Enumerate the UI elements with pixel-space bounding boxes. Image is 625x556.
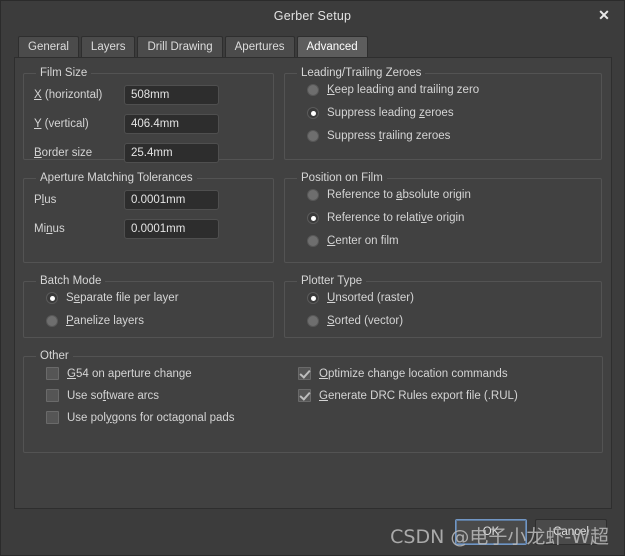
radio-unsorted-raster[interactable]: Unsorted (raster) (307, 292, 591, 304)
checkbox-indicator (298, 367, 311, 380)
position-on-film-legend: Position on Film (301, 172, 383, 184)
field-border-size: Border size (34, 142, 263, 163)
checkbox-label: G54 on aperture change (67, 367, 192, 380)
dialog-title: Gerber Setup (273, 8, 352, 23)
left-column: Film Size X (horizontal) Y (vertical) Bo… (23, 67, 274, 350)
other-right-column: Optimize change location commands Genera… (286, 367, 592, 424)
other-left-column: G54 on aperture change Use software arcs… (34, 367, 286, 424)
right-column: Leading/Trailing Zeroes Keep leading and… (284, 67, 602, 350)
radio-indicator (46, 292, 58, 304)
checkbox-label: Use polygons for octagonal pads (67, 411, 235, 424)
tab-bar: General Layers Drill Drawing Apertures A… (1, 30, 624, 57)
radio-indicator (46, 315, 58, 327)
radio-label: Reference to relative origin (327, 212, 465, 224)
radio-center-on-film[interactable]: Center on film (307, 235, 591, 247)
radio-separate-file-per-layer[interactable]: Separate file per layer (46, 292, 263, 304)
radio-suppress-leading-zeroes[interactable]: Suppress leading zeroes (307, 107, 591, 119)
film-size-legend: Film Size (40, 67, 88, 79)
field-minus: Minus (34, 218, 263, 239)
tab-layers[interactable]: Layers (80, 36, 136, 57)
radio-indicator (307, 189, 319, 201)
position-on-film-group: Position on Film Reference to absolute o… (284, 172, 602, 263)
ok-button[interactable]: OK (455, 519, 527, 545)
border-size-input[interactable] (124, 142, 219, 163)
checkbox-indicator (298, 389, 311, 402)
field-y-vertical: Y (vertical) (34, 113, 263, 134)
batch-mode-group: Batch Mode Separate file per layer Panel… (23, 275, 274, 338)
radio-indicator (307, 315, 319, 327)
plotter-type-legend: Plotter Type (301, 275, 363, 287)
radio-indicator (307, 84, 319, 96)
field-border-label: Border size (34, 146, 93, 159)
other-group: Other G54 on aperture change Use softwar… (23, 350, 603, 453)
field-plus: Plus (34, 189, 263, 210)
radio-label: Suppress trailing zeroes (327, 130, 451, 142)
x-horizontal-input[interactable] (124, 84, 219, 105)
field-y-label: Y (vertical) (34, 117, 89, 130)
leading-trailing-zeroes-group: Leading/Trailing Zeroes Keep leading and… (284, 67, 602, 160)
cancel-button[interactable]: Cancel (535, 519, 607, 545)
aperture-tolerances-group: Aperture Matching Tolerances Plus Minus (23, 172, 274, 263)
radio-label: Keep leading and trailing zero (327, 84, 480, 96)
checkbox-generate-drc-rules-export-file[interactable]: Generate DRC Rules export file (.RUL) (298, 389, 592, 402)
radio-reference-absolute-origin[interactable]: Reference to absolute origin (307, 189, 591, 201)
close-icon[interactable]: ✕ (592, 4, 616, 26)
advanced-tab-panel: Film Size X (horizontal) Y (vertical) Bo… (14, 57, 612, 509)
checkbox-use-polygons-octagonal-pads[interactable]: Use polygons for octagonal pads (46, 411, 286, 424)
checkbox-indicator (46, 389, 59, 402)
radio-sorted-vector[interactable]: Sorted (vector) (307, 315, 591, 327)
tab-advanced[interactable]: Advanced (296, 36, 368, 57)
radio-reference-relative-origin[interactable]: Reference to relative origin (307, 212, 591, 224)
checkbox-g54-on-aperture-change[interactable]: G54 on aperture change (46, 367, 286, 380)
field-minus-label: Minus (34, 222, 65, 235)
plotter-type-group: Plotter Type Unsorted (raster) Sorted (v… (284, 275, 602, 338)
radio-indicator (307, 235, 319, 247)
radio-label: Reference to absolute origin (327, 189, 471, 201)
checkbox-indicator (46, 367, 59, 380)
radio-label: Suppress leading zeroes (327, 107, 454, 119)
radio-indicator (307, 130, 319, 142)
plus-tolerance-input[interactable] (124, 189, 219, 210)
batch-mode-legend: Batch Mode (40, 275, 102, 287)
aperture-tolerances-legend: Aperture Matching Tolerances (40, 172, 193, 184)
field-plus-label: Plus (34, 193, 57, 206)
minus-tolerance-input[interactable] (124, 218, 219, 239)
radio-panelize-layers[interactable]: Panelize layers (46, 315, 263, 327)
radio-keep-leading-trailing-zero[interactable]: Keep leading and trailing zero (307, 84, 591, 96)
radio-label: Center on film (327, 235, 399, 247)
checkbox-label: Use software arcs (67, 389, 160, 402)
checkbox-label: Optimize change location commands (319, 367, 508, 380)
radio-label: Sorted (vector) (327, 315, 404, 327)
tab-general[interactable]: General (18, 36, 79, 57)
other-legend: Other (40, 350, 69, 362)
radio-indicator (307, 107, 319, 119)
tab-drill-drawing[interactable]: Drill Drawing (137, 36, 223, 57)
gerber-setup-dialog: Gerber Setup ✕ General Layers Drill Draw… (0, 0, 625, 556)
radio-indicator (307, 292, 319, 304)
radio-indicator (307, 212, 319, 224)
checkbox-label: Generate DRC Rules export file (.RUL) (319, 389, 518, 402)
checkbox-indicator (46, 411, 59, 424)
dialog-footer: OK Cancel (1, 509, 624, 555)
field-x-horizontal: X (horizontal) (34, 84, 263, 105)
tab-apertures[interactable]: Apertures (224, 36, 295, 57)
title-bar: Gerber Setup ✕ (1, 1, 624, 30)
field-x-label: X (horizontal) (34, 88, 103, 101)
y-vertical-input[interactable] (124, 113, 219, 134)
radio-label: Unsorted (raster) (327, 292, 414, 304)
radio-label: Panelize layers (66, 315, 144, 327)
zeroes-legend: Leading/Trailing Zeroes (301, 67, 422, 79)
radio-suppress-trailing-zeroes[interactable]: Suppress trailing zeroes (307, 130, 591, 142)
checkbox-use-software-arcs[interactable]: Use software arcs (46, 389, 286, 402)
radio-label: Separate file per layer (66, 292, 179, 304)
checkbox-optimize-change-location-commands[interactable]: Optimize change location commands (298, 367, 592, 380)
film-size-group: Film Size X (horizontal) Y (vertical) Bo… (23, 67, 274, 163)
